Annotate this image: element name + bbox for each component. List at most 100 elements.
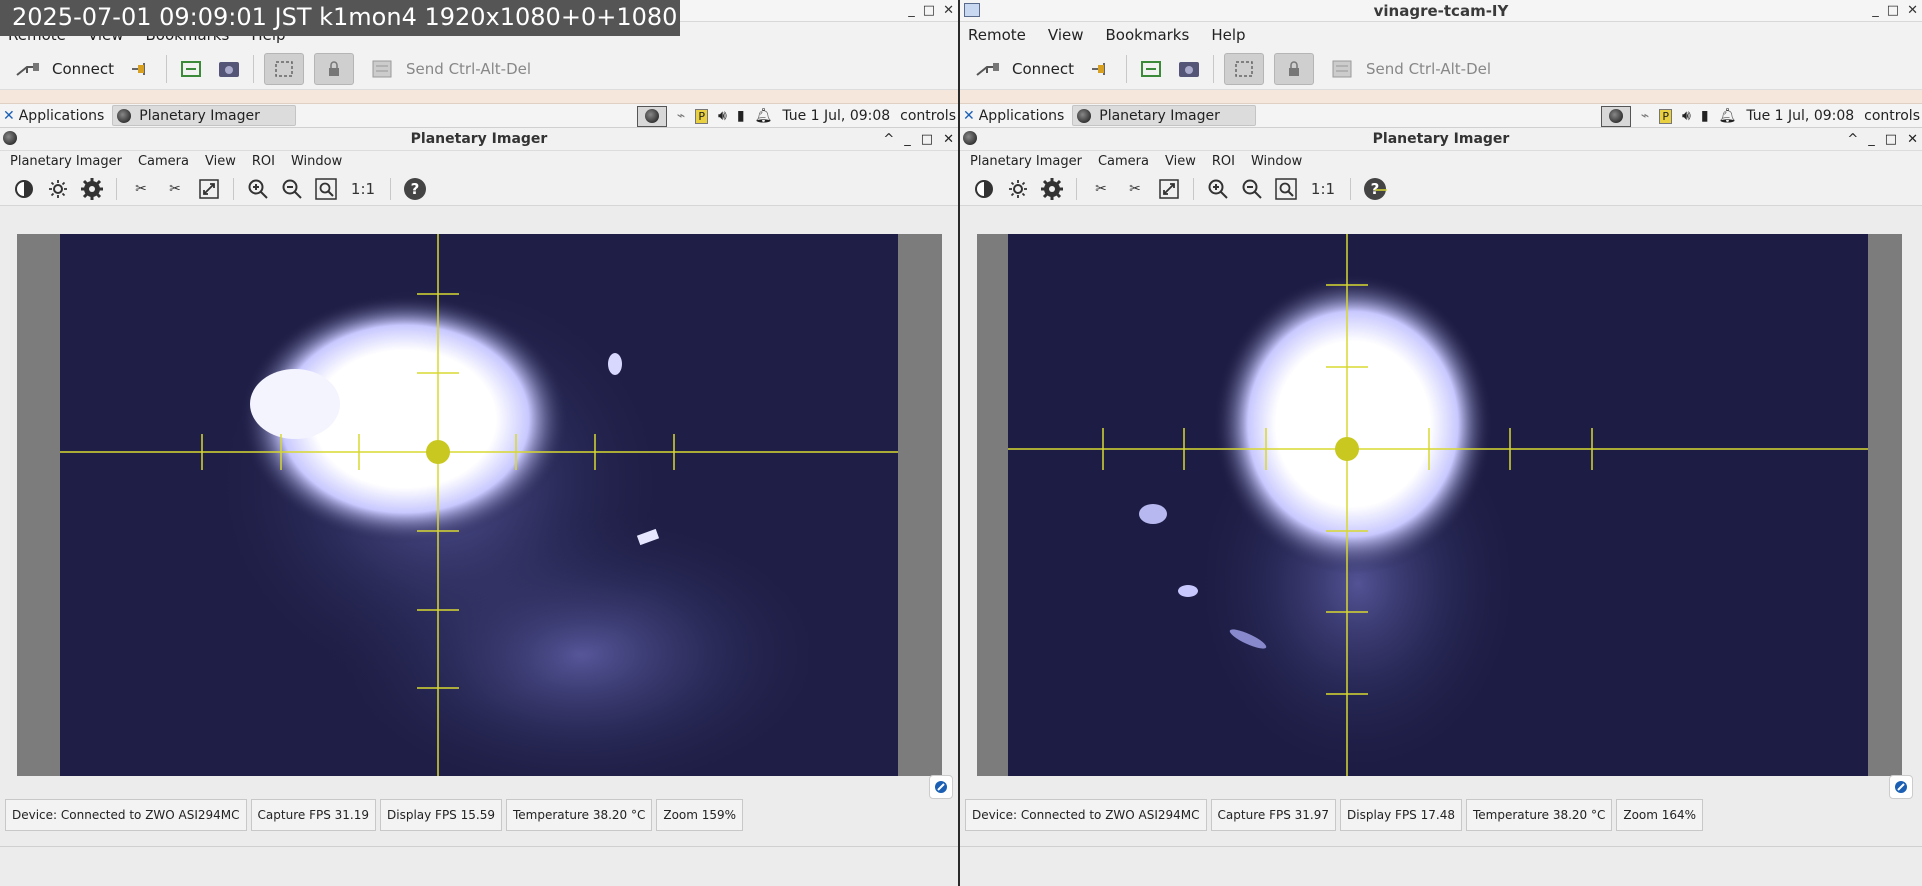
- fullscreen-icon[interactable]: [177, 55, 205, 83]
- minimize-button[interactable]: _: [1872, 0, 1879, 22]
- clock[interactable]: Tue 1 Jul, 09:08: [1746, 108, 1854, 124]
- menu-planetary-imager[interactable]: Planetary Imager: [970, 154, 1082, 169]
- zoom-fit-icon[interactable]: [1274, 177, 1298, 201]
- workspace-switcher[interactable]: [636, 105, 667, 127]
- zoom-in-icon[interactable]: [1206, 177, 1230, 201]
- volume-icon[interactable]: 🔊︎: [718, 108, 727, 124]
- cut-icon[interactable]: ✂: [1089, 177, 1113, 201]
- close-button[interactable]: ✕: [1907, 128, 1918, 151]
- help-icon[interactable]: ?: [403, 177, 427, 201]
- right-remote-desktop-window: vinagre-tcam-IY _ □ ✕ Remote View Bookma…: [960, 0, 1922, 886]
- zoom-1to1-button[interactable]: 1:1: [1308, 177, 1338, 201]
- menu-roi[interactable]: ROI: [252, 154, 275, 169]
- close-button[interactable]: ✕: [1907, 0, 1918, 22]
- settings-icon[interactable]: [80, 177, 104, 201]
- shade-button[interactable]: ^: [883, 128, 894, 151]
- camera-preview[interactable]: [17, 234, 942, 776]
- xfce-icon: ✕: [3, 107, 15, 124]
- menu-help[interactable]: Help: [1211, 26, 1245, 44]
- zoom-out-icon[interactable]: [1240, 177, 1264, 201]
- minimize-button[interactable]: _: [904, 128, 911, 151]
- p-icon[interactable]: P: [1659, 108, 1672, 124]
- menu-view[interactable]: View: [1165, 154, 1196, 169]
- menu-camera[interactable]: Camera: [1098, 154, 1149, 169]
- menu-window[interactable]: Window: [291, 154, 342, 169]
- brightness-icon[interactable]: [1006, 177, 1030, 201]
- camera-image: [1008, 234, 1868, 776]
- zoom-in-icon[interactable]: [246, 177, 270, 201]
- brightness-icon[interactable]: [46, 177, 70, 201]
- plug-icon[interactable]: [128, 55, 156, 83]
- workspace-switcher[interactable]: [1600, 105, 1631, 127]
- keyboard-icon[interactable]: [314, 52, 355, 85]
- menu-roi[interactable]: ROI: [1212, 154, 1235, 169]
- taskbar-item-planetary-imager[interactable]: Planetary Imager: [112, 105, 297, 126]
- zoom-1to1-button[interactable]: 1:1: [348, 177, 378, 201]
- maximize-button[interactable]: □: [1885, 128, 1897, 151]
- settings-icon[interactable]: [1040, 177, 1064, 201]
- user-menu[interactable]: controls: [1864, 108, 1920, 124]
- connect-button[interactable]: Connect: [10, 52, 118, 86]
- send-ctrl-alt-del-button[interactable]: Send Ctrl-Alt-Del: [1324, 52, 1495, 86]
- network-icon[interactable]: ⌁: [1641, 108, 1649, 124]
- system-tray: ⌁ P 🔊︎ ▮ 🔔︎ Tue 1 Jul, 09:08 controls: [1600, 104, 1922, 128]
- close-button[interactable]: ✕: [943, 0, 954, 22]
- menu-remote[interactable]: Remote: [968, 26, 1026, 44]
- camera-preview[interactable]: [977, 234, 1902, 776]
- menu-view[interactable]: View: [1048, 26, 1084, 44]
- notification-icon[interactable]: 🔔︎: [755, 108, 773, 124]
- notification-icon[interactable]: 🔔︎: [1719, 108, 1737, 124]
- status-device: Device: Connected to ZWO ASI294MC: [5, 799, 247, 831]
- maximize-button[interactable]: □: [921, 128, 933, 151]
- scissors-icon[interactable]: ✂: [1123, 177, 1147, 201]
- menu-bookmarks[interactable]: Bookmarks: [1106, 26, 1190, 44]
- minimize-button[interactable]: _: [908, 0, 915, 22]
- battery-icon[interactable]: ▮: [1701, 108, 1709, 124]
- screenshot-icon[interactable]: [1175, 55, 1203, 83]
- applications-menu[interactable]: ✕ Applications: [960, 108, 1064, 124]
- screenshot-icon[interactable]: [215, 55, 243, 83]
- connect-label: Connect: [52, 59, 115, 78]
- zoom-out-icon[interactable]: [280, 177, 304, 201]
- clock[interactable]: Tue 1 Jul, 09:08: [782, 108, 890, 124]
- fullscreen-icon[interactable]: [1137, 55, 1165, 83]
- histogram-toggle-button[interactable]: [1889, 775, 1913, 799]
- status-display-fps: Display FPS 17.48: [1340, 799, 1462, 831]
- send-ctrl-alt-del-button[interactable]: Send Ctrl-Alt-Del: [364, 52, 535, 86]
- help-icon[interactable]: ?: [1363, 177, 1387, 201]
- info-strip: [960, 90, 1922, 104]
- maximize-button[interactable]: □: [923, 0, 935, 22]
- contrast-icon[interactable]: [12, 177, 36, 201]
- menu-window[interactable]: Window: [1251, 154, 1302, 169]
- expand-icon[interactable]: [1157, 177, 1181, 201]
- histogram-toggle-button[interactable]: [929, 775, 953, 799]
- expand-icon[interactable]: [197, 177, 221, 201]
- contrast-icon[interactable]: [972, 177, 996, 201]
- taskbar-item-planetary-imager[interactable]: Planetary Imager: [1072, 105, 1257, 126]
- app-menubar: Planetary Imager Camera View ROI Window: [960, 151, 1922, 172]
- scale-icon[interactable]: [1224, 52, 1265, 85]
- menu-planetary-imager[interactable]: Planetary Imager: [10, 154, 122, 169]
- minimize-button[interactable]: _: [1868, 128, 1875, 151]
- p-icon[interactable]: P: [695, 108, 708, 124]
- plug-icon[interactable]: [1088, 55, 1116, 83]
- menu-camera[interactable]: Camera: [138, 154, 189, 169]
- maximize-button[interactable]: □: [1887, 0, 1899, 22]
- keyboard-icon[interactable]: [1274, 52, 1315, 85]
- scale-icon[interactable]: [264, 52, 305, 85]
- battery-icon[interactable]: ▮: [737, 108, 745, 124]
- volume-icon[interactable]: 🔊︎: [1682, 108, 1691, 124]
- connect-button[interactable]: Connect: [970, 52, 1078, 86]
- app-toolbar: ✂ ✂ 1:1 ?: [960, 172, 1922, 206]
- applications-menu[interactable]: ✕ Applications: [0, 108, 104, 124]
- connect-label: Connect: [1012, 59, 1075, 78]
- ctrl-alt-del-label: Send Ctrl-Alt-Del: [1366, 59, 1492, 78]
- close-button[interactable]: ✕: [943, 128, 954, 151]
- zoom-fit-icon[interactable]: [314, 177, 338, 201]
- cut-icon[interactable]: ✂: [129, 177, 153, 201]
- shade-button[interactable]: ^: [1847, 128, 1858, 151]
- menu-view[interactable]: View: [205, 154, 236, 169]
- user-menu[interactable]: controls: [900, 108, 956, 124]
- scissors-icon[interactable]: ✂: [163, 177, 187, 201]
- network-icon[interactable]: ⌁: [677, 108, 685, 124]
